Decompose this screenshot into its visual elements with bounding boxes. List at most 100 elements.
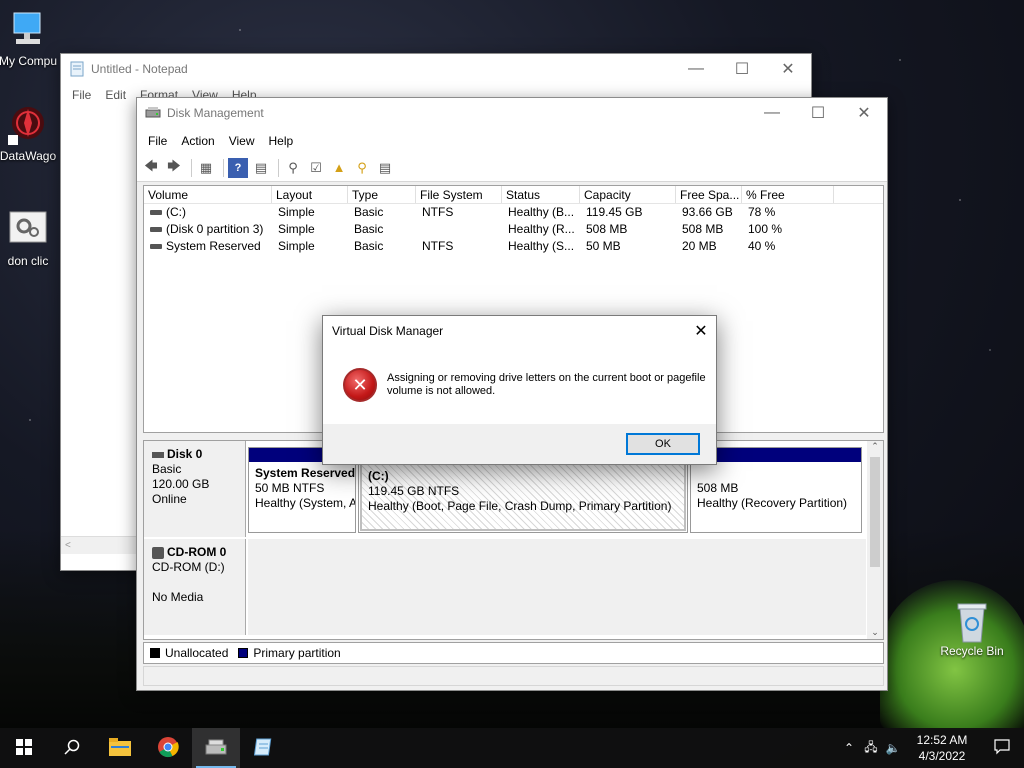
table-row[interactable]: System Reserved Simple Basic NTFS Health… [144, 238, 883, 255]
back-icon[interactable]: 🡄 [141, 158, 161, 178]
drive-icon [150, 244, 162, 250]
fs-cell: NTFS [422, 205, 454, 219]
computer-icon [6, 10, 50, 50]
dialog-close-button[interactable]: ✕ [686, 321, 716, 341]
column-header-type[interactable]: Type [348, 186, 416, 203]
disk0-state: Online [152, 492, 187, 506]
scroll-down-icon[interactable]: ⌄ [867, 627, 883, 639]
disk0-type: Basic [152, 462, 182, 476]
toolbar: 🡄 🡆 ▦ ? ▤ ⚲ ☑ ▲ ⚲ ▤ [137, 154, 887, 182]
legend-primary: Primary partition [253, 646, 341, 660]
vertical-scrollbar[interactable]: ⌃ ⌄ [867, 441, 883, 639]
minimize-button[interactable]: — [673, 54, 719, 84]
status-cell: Healthy (S... [508, 239, 575, 253]
notepad-titlebar[interactable]: Untitled - Notepad — ☐ ✕ [61, 54, 811, 84]
diskmgmt-menubar: File Action View Help [137, 128, 887, 154]
action-pane-icon[interactable]: ▤ [251, 158, 271, 178]
menu-view[interactable]: View [222, 134, 262, 148]
volume-name: System Reserved [166, 239, 261, 253]
console-tree-icon[interactable]: ▦ [196, 158, 216, 178]
close-button[interactable]: ✕ [765, 54, 811, 84]
maximize-button[interactable]: ☐ [795, 98, 841, 128]
dialog-titlebar[interactable]: Virtual Disk Manager ✕ [323, 316, 716, 346]
taskbar: ⌃ 🖧 🔈 12:52 AM 4/3/2022 [0, 728, 1024, 768]
menu-file[interactable]: File [65, 88, 98, 102]
notepad-title: Untitled - Notepad [91, 62, 188, 76]
column-header-capacity[interactable]: Capacity [580, 186, 676, 203]
partition-name: (C:) [368, 469, 389, 483]
desktop-icon-recycle-bin[interactable]: Recycle Bin [936, 600, 1008, 658]
desktop-icon-label: don clic [7, 254, 49, 268]
fs-cell [416, 221, 502, 238]
cdrom0-label[interactable]: CD-ROM 0 CD-ROM (D:) No Media [144, 539, 246, 635]
chrome-button[interactable] [144, 728, 192, 768]
file-explorer-button[interactable] [96, 728, 144, 768]
scroll-left-icon[interactable]: < [65, 540, 71, 551]
menu-file[interactable]: File [141, 134, 174, 148]
disk-row-cdrom0[interactable]: CD-ROM 0 CD-ROM (D:) No Media [144, 539, 866, 635]
notification-center-button[interactable] [980, 728, 1024, 768]
clock[interactable]: 12:52 AM 4/3/2022 [904, 732, 980, 764]
virtual-disk-manager-dialog[interactable]: Virtual Disk Manager ✕ ✕ Assigning or re… [322, 315, 717, 465]
disk-graphical-view[interactable]: Disk 0 Basic 120.00 GB Online System Res… [143, 440, 884, 640]
partition-status: Healthy (Recovery Partition) [697, 496, 848, 510]
search-icon[interactable]: ⚲ [352, 158, 372, 178]
menu-action[interactable]: Action [174, 134, 221, 148]
check-icon[interactable]: ☑ [306, 158, 326, 178]
connect-icon[interactable]: ⚲ [283, 158, 303, 178]
dialog-footer: OK [323, 424, 716, 464]
close-button[interactable]: ✕ [841, 98, 887, 128]
volume-cell: System Reserved [144, 238, 272, 255]
scrollbar-thumb[interactable] [870, 457, 880, 567]
network-icon[interactable]: 🖧 [860, 738, 882, 759]
column-header-layout[interactable]: Layout [272, 186, 348, 203]
partition-status: Healthy (System, A [255, 496, 355, 510]
start-button[interactable] [0, 728, 48, 768]
chevron-up-icon[interactable]: ⌃ [838, 741, 860, 755]
desktop-icon-label: Recycle Bin [940, 644, 1004, 658]
fs-cell: NTFS [422, 239, 454, 253]
scroll-up-icon[interactable]: ⌃ [867, 441, 883, 455]
drive-icon [150, 210, 162, 216]
search-button[interactable] [48, 728, 96, 768]
maximize-button[interactable]: ☐ [719, 54, 765, 84]
column-header-percent-free[interactable]: % Free [742, 186, 834, 203]
diskmgmt-title: Disk Management [167, 106, 264, 120]
folder-icon [109, 737, 131, 759]
desktop-icon-don-click[interactable]: don clic [0, 208, 64, 268]
disk0-label[interactable]: Disk 0 Basic 120.00 GB Online [144, 441, 246, 537]
diskmgmt-titlebar[interactable]: Disk Management — ☐ ✕ [137, 98, 887, 128]
drive-icon [150, 227, 162, 233]
column-header-status[interactable]: Status [502, 186, 580, 203]
disk-management-taskbar-button[interactable] [192, 728, 240, 768]
maximize-icon: ☐ [734, 61, 750, 78]
close-icon: ✕ [694, 323, 708, 340]
percent-free-cell: 40 % [748, 239, 776, 253]
desktop-icon-label: My Compu [0, 54, 57, 68]
column-header-volume[interactable]: Volume [144, 186, 272, 203]
notepad-taskbar-button[interactable] [240, 728, 288, 768]
table-row[interactable]: (Disk 0 partition 3) Simple Basic Health… [144, 221, 883, 238]
column-header-file-system[interactable]: File System [416, 186, 502, 203]
menu-help[interactable]: Help [262, 134, 301, 148]
status-cell: Healthy (B... [508, 205, 575, 219]
notepad-icon [253, 737, 274, 760]
desktop-icon-my-computer[interactable]: My Compu [0, 10, 64, 68]
windows-logo-icon [16, 738, 32, 758]
unallocated-swatch [150, 648, 160, 658]
forward-icon[interactable]: 🡆 [164, 158, 184, 178]
desktop-icon-datawago[interactable]: DataWago [0, 105, 64, 163]
search-icon [64, 739, 80, 758]
up-folder-icon[interactable]: ▲ [329, 158, 349, 178]
table-row[interactable]: (C:) Simple Basic NTFS Healthy (B... 119… [144, 204, 883, 221]
ok-button[interactable]: OK [626, 433, 700, 455]
notepad-icon [69, 61, 85, 77]
volume-icon[interactable]: 🔈 [882, 741, 904, 755]
help-icon[interactable]: ? [228, 157, 248, 178]
minimize-button[interactable]: — [749, 98, 795, 128]
column-header-free-space[interactable]: Free Spa... [676, 186, 742, 203]
menu-edit[interactable]: Edit [98, 88, 133, 102]
properties-icon[interactable]: ▤ [375, 158, 395, 178]
type-cell: Basic [354, 205, 384, 219]
volume-cell: (Disk 0 partition 3) [144, 221, 272, 238]
